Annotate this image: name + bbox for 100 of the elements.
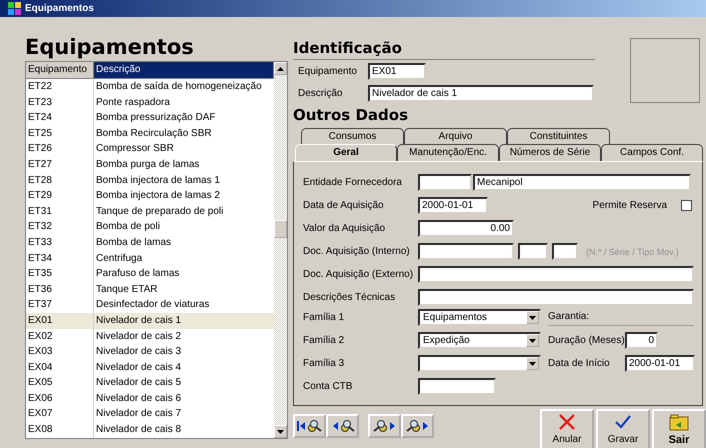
table-row[interactable]: ET36 Tanque ETAR	[26, 282, 274, 298]
checkbox[interactable]	[681, 200, 692, 211]
step-button[interactable]	[368, 414, 401, 438]
table-cell: ET24	[26, 110, 94, 126]
table-cell-text: Bomba de lamas	[95, 236, 172, 250]
table-cell-text: Compressor SBR	[95, 142, 175, 156]
skip-button[interactable]	[401, 414, 434, 438]
table-cell: EX03	[26, 344, 94, 360]
tab[interactable]: Constituintes	[507, 128, 610, 144]
table-cell-text: Nivelador de cais 8	[95, 423, 182, 438]
table-cell-text: Desinfectador de viaturas	[95, 298, 210, 312]
field-label: Valor da Aquisição	[303, 223, 386, 234]
table-row[interactable]: EX01 Nivelador de cais 1	[26, 312, 274, 328]
table-cell: ET34	[26, 250, 94, 266]
field-label: Descrição	[298, 88, 344, 98]
table-row[interactable]: ET25 Bomba Recirculação SBR	[26, 126, 274, 142]
input-field[interactable]: 0.00	[418, 220, 514, 237]
input-field[interactable]	[518, 243, 548, 260]
table-cell-text: Nivelador de cais 4	[95, 360, 182, 375]
step-button[interactable]	[326, 414, 359, 438]
list-heading: Equipamentos	[25, 34, 195, 61]
field-label: Doc. Aquisição (Interno)	[303, 246, 411, 257]
table-cell: ET23	[26, 94, 94, 110]
table-row[interactable]: ET23 Ponte raspadora	[26, 94, 274, 110]
table-cell: ET31	[26, 204, 94, 220]
table-row[interactable]: ET29 Bomba injectora de lamas 2	[26, 188, 274, 204]
field-label: Família 3	[303, 358, 346, 369]
input-field[interactable]	[418, 243, 514, 260]
table-cell: EX05	[26, 375, 94, 391]
table-cell: ET26	[26, 141, 94, 157]
table-cell-text: Ponte raspadora	[95, 96, 171, 110]
dropdown[interactable]: Equipamentos	[418, 309, 541, 326]
input-field[interactable]: EX01	[368, 62, 426, 80]
table-cell-text: Bomba injectora de lamas 1	[95, 174, 221, 188]
table-row[interactable]: EX02 Nivelador de cais 2	[26, 328, 274, 344]
input-field[interactable]	[552, 243, 578, 260]
tab[interactable]: Arquivo	[404, 128, 507, 144]
group-label: Garantia:	[548, 309, 694, 326]
input-field[interactable]	[418, 174, 472, 191]
table-cell: EX07	[26, 406, 94, 422]
input-field[interactable]: 2000-01-01	[418, 197, 488, 214]
input-field[interactable]: 0	[625, 332, 658, 349]
field-label: Equipamento	[298, 66, 358, 76]
table-cell: ET27	[26, 156, 94, 173]
table-row[interactable]: ET24 Bomba pressurização DAF	[26, 110, 274, 126]
table-row[interactable]: EX08 Nivelador de cais 8	[26, 422, 274, 438]
table-row[interactable]: EX05 Nivelador de cais 5	[26, 375, 274, 391]
tab[interactable]: Consumos	[301, 128, 404, 144]
table-cell-text: Bomba purga de lamas	[95, 158, 200, 172]
table-cell-text: Centrifuga	[95, 252, 144, 266]
scroll-thumb[interactable]	[274, 220, 287, 238]
table-cell: ET36	[26, 282, 94, 298]
table-cell: ET32	[26, 219, 94, 235]
tab[interactable]: Números de Série	[499, 144, 601, 161]
table-row[interactable]: ET27 Bomba purga de lamas	[26, 156, 274, 173]
input-field[interactable]	[418, 378, 496, 395]
checkbox-label: Permite Reserva	[592, 200, 668, 211]
dropdown[interactable]: Expedição	[418, 332, 541, 349]
table-row[interactable]: EX06 Nivelador de cais 6	[26, 390, 274, 406]
exit-button[interactable]: Sair	[652, 409, 706, 448]
table-cell: EX02	[26, 328, 94, 344]
table-cell: ET25	[26, 126, 94, 142]
scrollbar[interactable]	[274, 62, 287, 438]
field-label: Doc. Aquisição (Externo)	[303, 269, 414, 280]
input-field[interactable]	[418, 266, 694, 283]
table-cell-text: Bomba de saída de homogeneização	[95, 80, 263, 94]
save-button[interactable]: Gravar	[596, 409, 650, 448]
dropdown[interactable]	[418, 355, 541, 372]
skip-button[interactable]	[293, 414, 326, 438]
table-cell-text: Bomba Recirculação SBR	[95, 126, 213, 141]
scroll-up-button[interactable]	[274, 62, 287, 75]
table-cell-text: Nivelador de cais 6	[95, 392, 182, 406]
table-row[interactable]: ET28 Bomba injectora de lamas 1	[26, 172, 274, 188]
table-row[interactable]: ET22 Bomba de saída de homogeneização	[26, 79, 274, 95]
input-field[interactable]: Mecanipol	[473, 174, 691, 191]
scroll-down-button[interactable]	[274, 425, 287, 438]
tab[interactable]: Manutenção/Enc.	[397, 144, 499, 161]
arrow-magnifier-icon	[372, 419, 398, 433]
field-label: Entidade Fornecedora	[303, 177, 403, 188]
tab[interactable]: Campos Conf.	[601, 144, 703, 161]
input-field[interactable]	[418, 289, 694, 306]
field-label: Data de Aquisição	[303, 200, 385, 211]
cancel-button[interactable]: Anular	[540, 409, 594, 448]
cross-icon	[558, 413, 576, 431]
tab[interactable]: Geral	[295, 144, 397, 161]
table-cell-text: Nivelador de cais 1	[95, 314, 182, 328]
table-row[interactable]: EX07 Nivelador de cais 7	[26, 406, 274, 422]
table-row[interactable]: ET32 Bomba de poli	[26, 219, 274, 235]
table-row[interactable]: ET31 Tanque de preparado de poli	[26, 204, 274, 220]
table-cell: ET29	[26, 188, 94, 204]
table-cell: ET33	[26, 234, 94, 251]
table-row[interactable]: ET33 Bomba de lamas	[26, 234, 274, 251]
table-row[interactable]: ET26 Compressor SBR	[26, 141, 274, 157]
column-header[interactable]: Descrição	[94, 62, 274, 78]
input-field[interactable]: Nivelador de cais 1	[368, 84, 594, 102]
table-row[interactable]: EX04 Nivelador de cais 4	[26, 360, 274, 376]
table-row[interactable]: ET35 Parafuso de lamas	[26, 266, 274, 282]
table-row[interactable]: EX03 Nivelador de cais 3	[26, 344, 274, 360]
input-field[interactable]: 2000-01-01	[625, 355, 695, 372]
table-row[interactable]: ET34 Centrifuga	[26, 250, 274, 266]
